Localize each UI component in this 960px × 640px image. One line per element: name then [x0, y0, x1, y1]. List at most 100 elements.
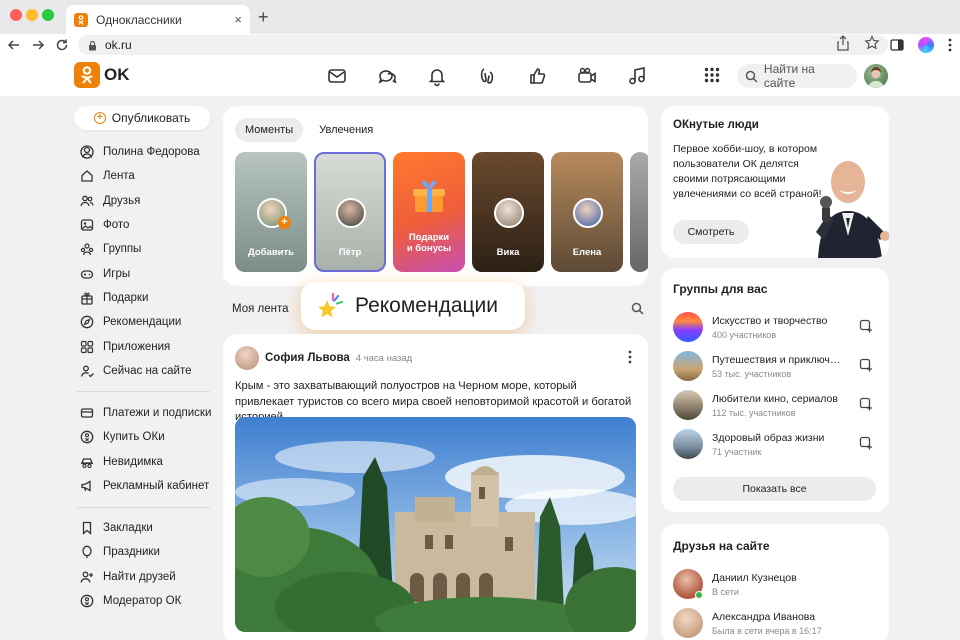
- url-field[interactable]: ok.ru: [78, 35, 888, 55]
- join-group-icon[interactable]: [859, 397, 873, 411]
- ok-favicon-icon: [74, 12, 88, 27]
- forward-arrow-icon[interactable]: [30, 37, 46, 53]
- publish-button[interactable]: + Опубликовать: [74, 106, 210, 130]
- browser-tab[interactable]: Одноклассники ×: [66, 5, 250, 34]
- sidebar-item-label: Рекомендации: [103, 316, 182, 329]
- sidebar-item-moderator[interactable]: Модератор ОК: [80, 589, 181, 613]
- tab-hobbies[interactable]: Увлечения: [309, 118, 383, 142]
- story-vika[interactable]: Вика: [472, 152, 544, 272]
- moderator-icon: [80, 594, 94, 608]
- guests-icon[interactable]: [476, 65, 498, 87]
- recommendations-label: Рекомендации: [355, 294, 499, 317]
- services-grid-icon[interactable]: [704, 67, 720, 83]
- sidebar-item-find-friends[interactable]: Найти друзей: [80, 565, 181, 589]
- sidebar-item-label: Фото: [103, 219, 130, 232]
- sidebar-item-recommendations[interactable]: Рекомендации: [80, 310, 200, 334]
- story-add[interactable]: + Добавить: [235, 152, 307, 272]
- post-author-avatar[interactable]: [235, 346, 259, 370]
- sidebar-item-groups[interactable]: Группы: [80, 237, 200, 261]
- sidebar-item-gifts[interactable]: Подарки: [80, 286, 200, 310]
- post-card: София Львова 4 часа назад Крым - это зах…: [223, 334, 648, 640]
- recommendations-badge[interactable]: Рекомендации: [301, 282, 525, 330]
- messages-icon[interactable]: [326, 65, 348, 87]
- share-icon[interactable]: [836, 35, 850, 51]
- join-group-icon[interactable]: [859, 319, 873, 333]
- sidebar-item-buy-oks[interactable]: Купить ОКи: [80, 425, 211, 449]
- watch-button[interactable]: Смотреть: [673, 220, 749, 244]
- ok-logo[interactable]: OK: [74, 62, 130, 88]
- group-row[interactable]: Искусство и творчество 400 участников: [673, 312, 877, 346]
- sidebar-item-feed[interactable]: Лента: [80, 164, 200, 188]
- sidebar-item-online-now[interactable]: Сейчас на сайте: [80, 359, 200, 383]
- megaphone-icon: [80, 479, 94, 493]
- ok-people-description: Первое хобби-шоу, в котором пользователи…: [673, 143, 822, 200]
- browser-profile-avatar[interactable]: [918, 37, 934, 53]
- sidebar-item-label: Купить ОКи: [103, 431, 165, 444]
- url-text: ok.ru: [105, 38, 132, 52]
- friend-avatar: [673, 608, 703, 638]
- bookmark-star-icon[interactable]: [864, 35, 880, 51]
- group-avatar: [673, 312, 703, 342]
- maximize-window-button[interactable]: [42, 9, 54, 21]
- video-icon[interactable]: [576, 65, 598, 87]
- notifications-icon[interactable]: [426, 65, 448, 87]
- sidebar-item-photo[interactable]: Фото: [80, 213, 200, 237]
- sidebar-item-apps[interactable]: Приложения: [80, 334, 200, 358]
- sidebar-item-payments[interactable]: Платежи и подписки: [80, 401, 211, 425]
- sidebar-item-holidays[interactable]: Праздники: [80, 540, 181, 564]
- tab-moments[interactable]: Моменты: [235, 118, 304, 142]
- payments-icon: [80, 406, 94, 420]
- friends-icon: [80, 194, 94, 208]
- sidebar-item-profile[interactable]: Полина Федорова: [80, 140, 200, 164]
- group-row[interactable]: Путешествия и приключения 53 тыс. участн…: [673, 351, 877, 385]
- friend-row[interactable]: Александра Иванова Была в сети вчера в 1…: [673, 608, 883, 640]
- sidebar-item-invisible[interactable]: Невидимка: [80, 450, 211, 474]
- sidebar-item-label: Сейчас на сайте: [103, 364, 192, 377]
- close-window-button[interactable]: [10, 9, 22, 21]
- sidebar-item-ad-cabinet[interactable]: Рекламный кабинет: [80, 474, 211, 498]
- join-group-icon[interactable]: [859, 436, 873, 450]
- story-next-partial[interactable]: [630, 152, 648, 272]
- feed-search-icon[interactable]: [631, 302, 644, 315]
- story-avatar: [573, 198, 603, 228]
- likes-icon[interactable]: [526, 65, 548, 87]
- music-icon[interactable]: [626, 65, 648, 87]
- post-author[interactable]: София Львова: [265, 352, 350, 364]
- back-arrow-icon[interactable]: [6, 37, 22, 53]
- lock-icon: [88, 40, 97, 51]
- post-more-icon[interactable]: [628, 350, 632, 364]
- story-petr[interactable]: Пётр: [314, 152, 386, 272]
- sidebar-item-games[interactable]: Игры: [80, 261, 200, 285]
- friend-row[interactable]: Даниил Кузнецов В сети: [673, 569, 883, 603]
- group-avatar: [673, 351, 703, 381]
- story-elena[interactable]: Елена: [551, 152, 623, 272]
- friend-name: Александра Иванова: [712, 611, 816, 623]
- sidebar-group-services: Платежи и подписки Купить ОКи Невидимка …: [80, 401, 211, 498]
- browser-menu-icon[interactable]: [948, 38, 952, 52]
- group-name: Путешествия и приключения: [712, 354, 842, 366]
- story-gifts[interactable]: Подарки и бонусы: [393, 152, 465, 272]
- minimize-window-button[interactable]: [26, 9, 38, 21]
- discussions-icon[interactable]: [376, 65, 398, 87]
- online-icon: [80, 364, 94, 378]
- sidebar-item-label: Друзья: [103, 194, 141, 207]
- groups-icon: [80, 242, 94, 256]
- invisible-icon: [80, 455, 94, 469]
- user-avatar[interactable]: [864, 64, 888, 88]
- group-row[interactable]: Любители кино, сериалов 112 тыс. участни…: [673, 390, 877, 424]
- post-image[interactable]: [235, 417, 636, 632]
- site-search-input[interactable]: Найти на сайте: [737, 62, 857, 90]
- sidebar-toggle-icon[interactable]: [890, 38, 904, 52]
- sidebar-item-label: Закладки: [103, 522, 153, 535]
- new-tab-button[interactable]: +: [258, 8, 269, 26]
- reload-icon[interactable]: [54, 37, 70, 53]
- story-label: Добавить: [247, 247, 294, 258]
- group-row[interactable]: Здоровый образ жизни 71 участник: [673, 429, 877, 463]
- show-all-groups-button[interactable]: Показать все: [673, 477, 876, 501]
- sidebar-item-bookmarks[interactable]: Закладки: [80, 516, 181, 540]
- feed-selector[interactable]: Моя лента: [232, 303, 289, 315]
- group-name: Любители кино, сериалов: [712, 393, 838, 405]
- tab-close-icon[interactable]: ×: [234, 12, 242, 27]
- join-group-icon[interactable]: [859, 358, 873, 372]
- sidebar-item-friends[interactable]: Друзья: [80, 189, 200, 213]
